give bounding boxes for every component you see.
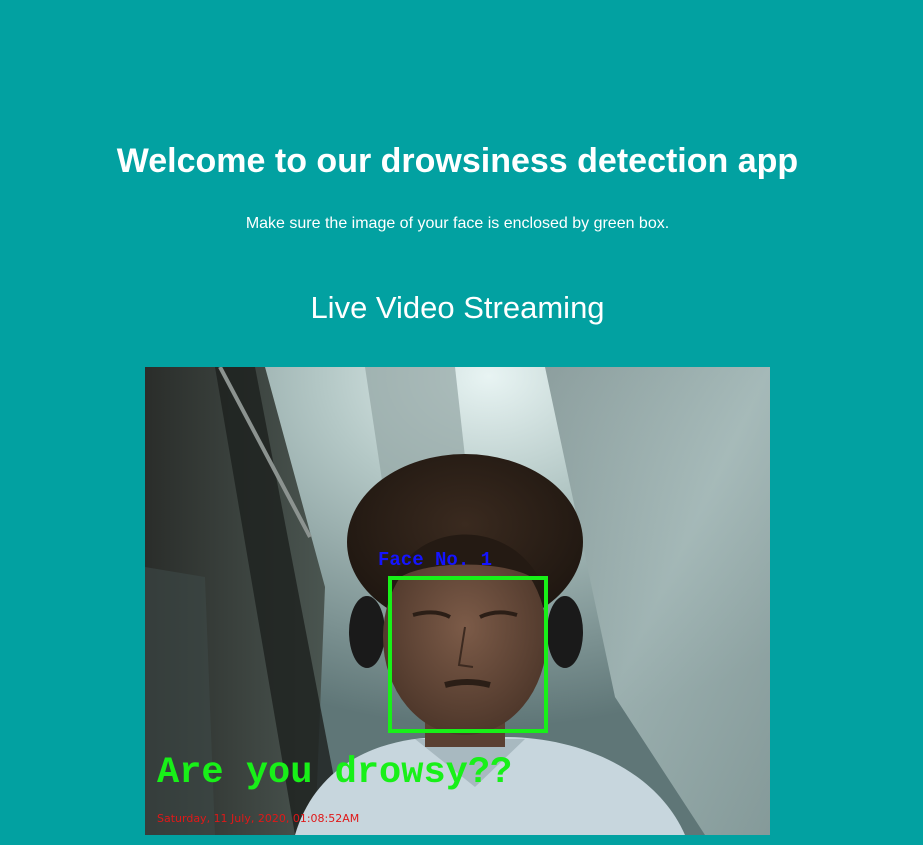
stream-heading: Live Video Streaming <box>310 290 605 325</box>
face-label: Face No. 1 <box>378 549 493 571</box>
drowsiness-alert: Are you drowsy?? <box>157 752 513 794</box>
instruction-text: Make sure the image of your face is encl… <box>245 215 670 232</box>
live-video-feed: Face No. 1 Are you drowsy?? Saturday, 11… <box>145 367 770 835</box>
page-title: Welcome to our drowsiness detection app <box>116 142 799 180</box>
face-detection-box <box>388 576 548 733</box>
video-timestamp: Saturday, 11 July, 2020, 01:08:52AM <box>157 812 360 825</box>
